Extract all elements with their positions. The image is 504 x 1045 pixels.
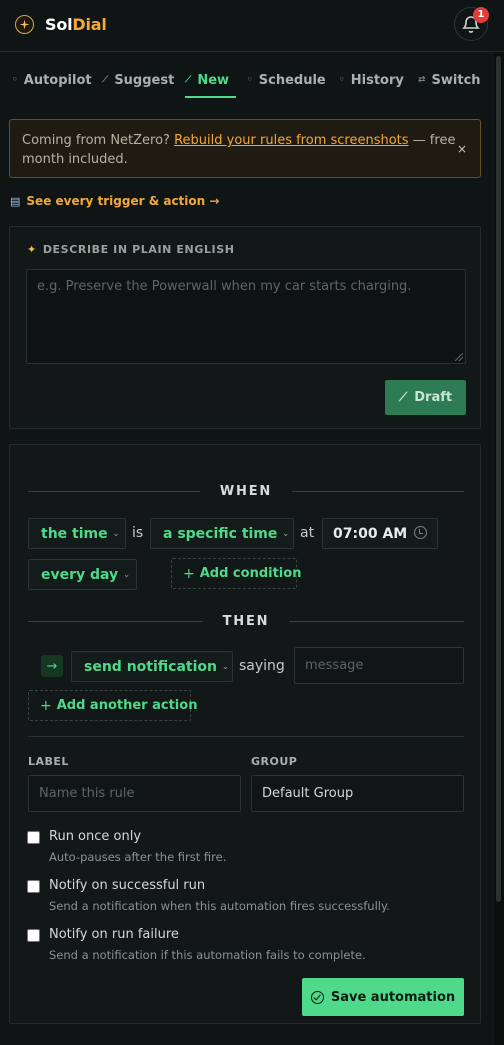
app-header: SolDial 1 (0, 0, 504, 52)
chevron-down-icon: ⌄ (123, 570, 130, 579)
chevron-down-icon: ⌄ (282, 529, 290, 538)
time-value: 07:00 AM (333, 525, 408, 542)
frequency-select-value: every day (41, 566, 119, 583)
chevron-down-icon: ⌄ (221, 662, 229, 671)
magic-wand-icon: ⟋ (398, 390, 408, 404)
when-section-heading: WHEN (28, 483, 464, 499)
tab-label: Suggest (114, 73, 175, 88)
brand-name-part2: Dial (72, 15, 107, 34)
time-input[interactable]: 07:00 AM (322, 518, 438, 549)
save-label: Save automation (330, 989, 456, 1005)
draft-button[interactable]: ⟋ Draft (385, 380, 466, 415)
plus-icon: + (40, 697, 52, 714)
notify-success-title[interactable]: Notify on successful run (49, 878, 205, 893)
tab-label: Switch (431, 73, 481, 88)
operator-select[interactable]: a specific time ⌄ (150, 518, 294, 549)
plus-icon: + (183, 565, 195, 582)
notification-count-badge: 1 (473, 7, 489, 23)
rule-label-input[interactable]: Name this rule (28, 775, 241, 812)
tab-label: History (350, 73, 404, 88)
save-automation-button[interactable]: Save automation (302, 978, 464, 1016)
close-icon[interactable]: × (457, 140, 467, 159)
book-icon: ▤ (10, 194, 21, 208)
banner-link[interactable]: Rebuild your rules from screenshots (174, 133, 408, 148)
add-action-label: Add another action (56, 698, 198, 713)
when-heading: WHEN (219, 483, 273, 499)
notify-success-desc: Send a notification when this automation… (49, 899, 390, 913)
notify-failure-desc: Send a notification if this automation f… (49, 948, 366, 962)
divider (28, 736, 464, 737)
tab-label: Schedule (258, 73, 326, 88)
brand[interactable]: SolDial (15, 15, 107, 34)
tab-schedule[interactable]: ◦ Schedule (247, 72, 326, 98)
rule-builder-card: WHEN the time ⌄ is a specific time ⌄ at 07… (9, 444, 481, 1024)
history-icon: ◦ (339, 75, 345, 85)
group-select[interactable]: Default Group (251, 775, 464, 812)
is-label: is (132, 525, 144, 541)
trigger-select[interactable]: the time ⌄ (28, 518, 126, 549)
banner-prefix: Coming from NetZero? (22, 133, 170, 148)
sol-logo-icon (15, 15, 34, 34)
run-once-title[interactable]: Run once only (49, 829, 141, 844)
clock-icon[interactable] (414, 526, 427, 539)
tab-autopilot[interactable]: ◦ Autopilot (12, 72, 92, 98)
tab-label: Autopilot (23, 73, 92, 88)
notify-success-checkbox[interactable] (27, 880, 40, 893)
message-input[interactable]: message (294, 647, 464, 684)
rule-label-placeholder: Name this rule (39, 786, 135, 801)
tab-suggest[interactable]: ⟋ Suggest (102, 72, 174, 98)
describe-textarea[interactable]: e.g. Preserve the Powerwall when my car … (26, 269, 466, 364)
tab-history[interactable]: ◦ History (339, 72, 404, 98)
resize-grip-icon[interactable] (455, 353, 463, 361)
saying-label: saying (239, 658, 285, 674)
describe-card: ✦ DESCRIBE IN PLAIN ENGLISH e.g. Preserv… (9, 226, 481, 429)
brand-name-part1: Sol (45, 15, 73, 34)
tab-label: New (197, 73, 230, 88)
chevron-down-icon: ⌄ (112, 529, 120, 538)
action-select-value: send notification (84, 658, 217, 675)
operator-select-value: a specific time (163, 525, 278, 542)
new-wand-icon: ⟋ (185, 75, 192, 85)
suggest-icon: ⟋ (102, 75, 109, 85)
autopilot-icon: ◦ (12, 75, 18, 85)
sparkles-icon: ✦ (27, 243, 37, 256)
arrow-right-icon: → (41, 655, 63, 677)
app-page: SolDial 1 ◦ Autopilot ⟋ Suggest ⟋ New ◦ Sche… (0, 0, 504, 1045)
run-once-desc: Auto-pauses after the first fire. (49, 850, 227, 864)
brand-name: SolDial (45, 15, 107, 34)
notify-failure-title[interactable]: Notify on run failure (49, 927, 179, 942)
group-value: Default Group (262, 786, 354, 801)
action-select[interactable]: send notification ⌄ (71, 651, 233, 682)
tab-switch[interactable]: ⇄ Switch (418, 72, 481, 98)
check-circle-icon (310, 990, 324, 1004)
draft-label: Draft (414, 390, 453, 405)
group-field-heading: GROUP (251, 755, 298, 768)
notify-failure-checkbox[interactable] (27, 929, 40, 942)
describe-placeholder: e.g. Preserve the Powerwall when my car … (37, 279, 412, 294)
add-condition-label: Add condition (199, 566, 302, 581)
then-section-heading: THEN (28, 613, 464, 629)
scrollbar-thumb[interactable] (496, 56, 501, 902)
frequency-select[interactable]: every day ⌄ (28, 559, 137, 590)
at-label: at (300, 525, 315, 541)
notifications-button[interactable]: 1 (454, 7, 489, 41)
triggers-actions-link[interactable]: ▤ See every trigger & action → (10, 194, 219, 208)
add-action-button[interactable]: + Add another action (28, 690, 197, 721)
message-placeholder: message (305, 658, 364, 673)
schedule-icon: ◦ (247, 75, 253, 85)
switch-icon: ⇄ (418, 75, 426, 85)
run-once-checkbox[interactable] (27, 831, 40, 844)
add-condition-button[interactable]: + Add condition (171, 558, 301, 589)
help-link-text: See every trigger & action → (26, 194, 220, 208)
label-field-heading: LABEL (28, 755, 69, 768)
describe-heading: ✦ DESCRIBE IN PLAIN ENGLISH (27, 243, 235, 256)
tab-new[interactable]: ⟋ New (185, 72, 236, 98)
trigger-select-value: the time (41, 525, 108, 542)
describe-title-text: DESCRIBE IN PLAIN ENGLISH (42, 243, 235, 256)
migration-banner: Coming from NetZero? Rebuild your rules … (9, 119, 481, 178)
main-tabs: ◦ Autopilot ⟋ Suggest ⟋ New ◦ Schedule ◦ Hist… (0, 52, 494, 100)
then-heading: THEN (222, 613, 270, 629)
